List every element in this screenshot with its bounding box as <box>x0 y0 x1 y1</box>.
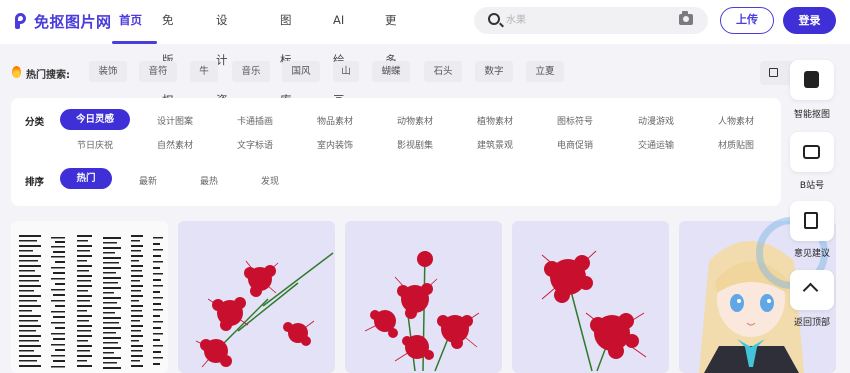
barcode-image <box>19 235 163 369</box>
sort-chip[interactable]: 发现 <box>261 174 279 187</box>
category-chip[interactable]: 交通运输 <box>638 138 674 151</box>
smart-cutout-icon <box>804 71 819 88</box>
category-chip[interactable]: 植物素材 <box>477 114 513 127</box>
main-nav: 首页 免版权 设计资源 图标库 AI绘画 更多⌄ <box>112 0 397 147</box>
search-bar <box>474 7 708 34</box>
hot-tag[interactable]: 山 <box>333 61 359 82</box>
category-label: 分类 <box>25 117 45 128</box>
back-to-top-button[interactable] <box>790 270 834 310</box>
flower-image <box>364 250 480 372</box>
hot-tag[interactable]: 音符 <box>139 61 177 82</box>
sort-chip[interactable]: 最热 <box>200 174 218 187</box>
sort-chip[interactable]: 最新 <box>139 174 157 187</box>
image-card-red-spider-lily-3[interactable] <box>512 221 669 373</box>
site-logo[interactable]: 免抠图片网 <box>15 10 112 32</box>
login-button[interactable]: 登录 <box>783 7 836 34</box>
hot-tag[interactable]: 蝴蝶 <box>372 61 410 82</box>
category-chip[interactable]: 影视剧集 <box>397 138 433 151</box>
upload-button[interactable]: 上传 <box>720 7 774 34</box>
grid-icon <box>769 68 778 77</box>
image-card-red-spider-lily-1[interactable] <box>178 221 335 373</box>
bilibili-button[interactable] <box>790 132 834 172</box>
smart-cutout-button[interactable] <box>790 60 834 100</box>
category-chip[interactable]: 动物素材 <box>397 114 433 127</box>
category-chip[interactable]: 室内装饰 <box>317 138 353 151</box>
top-header: 免抠图片网 首页 免版权 设计资源 图标库 AI绘画 更多⌄ 上传 登录 <box>0 0 850 147</box>
category-chip[interactable]: 文字标语 <box>237 138 273 151</box>
feedback-label: 意见建议 <box>793 249 830 259</box>
hot-tag[interactable]: 装饰 <box>89 61 127 82</box>
category-chip[interactable]: 材质贴图 <box>718 138 754 151</box>
hot-tag[interactable]: 立夏 <box>526 61 564 82</box>
bilibili-label: B站号 <box>799 181 825 191</box>
sort-chip-active[interactable]: 热门 <box>60 168 112 189</box>
filter-panel: 分类 今日灵感 设计图案 卡通插画 物品素材 动物素材 植物素材 图标符号 动漫… <box>11 98 781 206</box>
category-chip[interactable]: 动漫游戏 <box>638 114 674 127</box>
hot-search-label: 热门搜索: <box>26 70 70 81</box>
hot-tag[interactable]: 牛 <box>190 61 218 82</box>
logo-text: 免抠图片网 <box>34 12 112 31</box>
category-chip[interactable]: 节日庆祝 <box>77 138 113 151</box>
flame-icon <box>12 66 21 78</box>
hot-search-bar: 热门搜索: 装饰 音符 牛 音乐 国风 山 蝴蝶 石头 数字 立夏 <box>0 57 850 89</box>
flower-image <box>541 250 647 372</box>
category-chip[interactable]: 设计图案 <box>157 114 193 127</box>
logo-icon <box>15 13 30 29</box>
sort-label: 排序 <box>25 177 45 188</box>
category-chip[interactable]: 人物素材 <box>718 114 754 127</box>
category-chip[interactable]: 图标符号 <box>557 114 593 127</box>
category-chip[interactable]: 卡通插画 <box>237 114 273 127</box>
chevron-up-icon <box>802 282 819 299</box>
hot-tag[interactable]: 国风 <box>282 61 320 82</box>
category-chip-active[interactable]: 今日灵感 <box>60 109 130 130</box>
smart-cutout-label: 智能抠图 <box>793 110 830 120</box>
bilibili-icon <box>803 145 820 159</box>
category-chip[interactable]: 自然素材 <box>157 138 193 151</box>
feedback-button[interactable] <box>790 201 834 241</box>
feedback-icon <box>804 212 818 229</box>
category-chip[interactable]: 物品素材 <box>317 114 353 127</box>
category-chip[interactable]: 电商促销 <box>557 138 593 151</box>
hot-tag[interactable]: 音乐 <box>232 61 270 82</box>
search-icon[interactable] <box>488 13 500 25</box>
flower-image <box>195 252 334 368</box>
hot-tag[interactable]: 数字 <box>475 61 513 82</box>
category-chip[interactable]: 建筑景观 <box>477 138 513 151</box>
image-card-barcodes[interactable] <box>11 221 168 373</box>
nav-home[interactable]: 首页 <box>112 0 157 44</box>
hot-tag[interactable]: 石头 <box>424 61 462 82</box>
back-to-top-label: 返回顶部 <box>793 318 830 328</box>
camera-icon[interactable] <box>679 11 693 25</box>
image-card-red-spider-lily-2[interactable] <box>345 221 502 373</box>
search-input[interactable] <box>506 12 666 29</box>
